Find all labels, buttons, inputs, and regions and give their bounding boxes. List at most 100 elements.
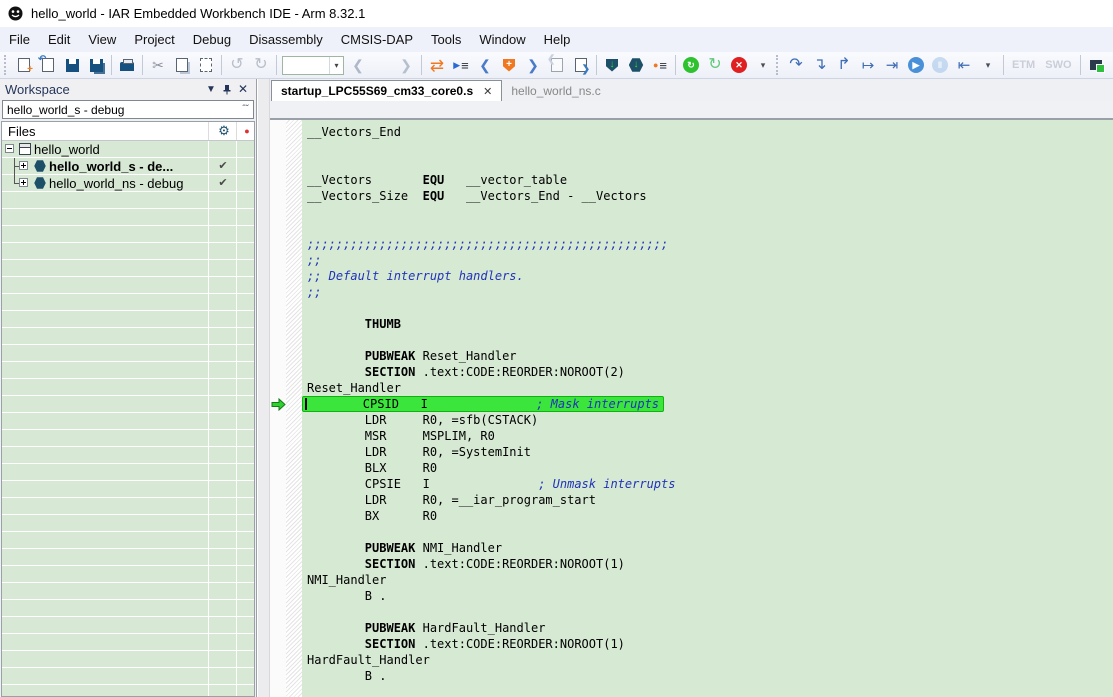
debug-overflow-icon: ▾ <box>986 61 991 70</box>
save-button[interactable] <box>60 54 84 76</box>
find-next-button[interactable]: ❯ <box>394 54 418 76</box>
panel-splitter[interactable] <box>258 79 270 697</box>
tree-empty-row <box>2 396 254 413</box>
open-file-button[interactable]: ↶ <box>36 54 60 76</box>
close-icon[interactable]: ✕ <box>235 81 251 97</box>
menu-item-help[interactable]: Help <box>535 27 580 52</box>
tree-empty-row <box>2 226 254 243</box>
toolbar-grip <box>776 55 781 75</box>
break-icon: ‖ <box>932 57 948 73</box>
menu-item-edit[interactable]: Edit <box>39 27 79 52</box>
save-all-button[interactable] <box>84 54 108 76</box>
tree-empty-row <box>2 532 254 549</box>
cut-button[interactable]: ✂ <box>146 54 170 76</box>
tab-hello-world-ns-c[interactable]: hello_world_ns.c <box>502 80 609 101</box>
previous-bookmark-button[interactable]: ❮ <box>473 54 497 76</box>
menu-item-project[interactable]: Project <box>125 27 183 52</box>
redo-button[interactable]: ↻ <box>249 54 273 76</box>
menu-item-cmsis-dap[interactable]: CMSIS-DAP <box>332 27 422 52</box>
stop-debugging-button[interactable]: ✕ <box>727 54 751 76</box>
go-button[interactable]: ▶ <box>904 54 928 76</box>
tree-empty-row <box>2 328 254 345</box>
step-out-button[interactable]: ↱ <box>832 54 856 76</box>
menu-item-debug[interactable]: Debug <box>184 27 240 52</box>
next-bookmark-button[interactable]: ❯ <box>521 54 545 76</box>
navigate-backward-button[interactable]: ❮ <box>545 54 569 76</box>
download-button[interactable]: ↓ <box>600 54 624 76</box>
menu-item-tools[interactable]: Tools <box>422 27 470 52</box>
find-combobox[interactable]: ▾ <box>282 56 344 75</box>
files-header-label: Files <box>8 124 35 139</box>
chevron-down-icon: ▾ <box>329 57 343 74</box>
reset-target-button[interactable]: ↻ <box>679 54 703 76</box>
find-button[interactable] <box>370 54 394 76</box>
break-button[interactable]: ‖ <box>928 54 952 76</box>
expand-icon[interactable] <box>19 161 28 170</box>
breakpoint-dot-icon[interactable]: ● <box>238 126 255 136</box>
tree-empty-row <box>2 243 254 260</box>
tree-item-label: hello_world <box>34 142 100 157</box>
code-line: BX R0 <box>307 508 1113 524</box>
debug-overflow-button[interactable]: ▾ <box>976 54 1000 76</box>
goto-function-button[interactable]: ▶≡ <box>449 54 473 76</box>
debug-reset-button[interactable]: ↷ <box>784 54 808 76</box>
tree-row[interactable]: hello_world_s - de...✔ <box>2 158 254 175</box>
tree-empty-row <box>2 192 254 209</box>
tab-startup-lpc55s69-cm33-core0-s[interactable]: startup_LPC55S69_cm33_core0.s✕ <box>271 80 502 101</box>
step-over-button[interactable]: ↴ <box>808 54 832 76</box>
toolbar-separator <box>1080 55 1081 75</box>
disassembly-window-button[interactable]: ●≡ <box>648 54 672 76</box>
files-header-row[interactable]: Files ⚙ ● <box>2 122 254 141</box>
code-line <box>307 684 1113 697</box>
tree-empty-row <box>2 481 254 498</box>
code-line: __Vectors_Size EQU __Vectors_End - __Vec… <box>307 188 1113 204</box>
undo-button[interactable]: ↺ <box>225 54 249 76</box>
workspace-title: Workspace <box>5 82 70 97</box>
tab-close-icon[interactable]: ✕ <box>483 85 492 98</box>
pin-icon[interactable] <box>219 81 235 97</box>
menu-item-view[interactable]: View <box>79 27 125 52</box>
tree-empty-row <box>2 447 254 464</box>
power-log-button[interactable] <box>1084 54 1108 76</box>
menu-item-window[interactable]: Window <box>470 27 534 52</box>
toggle-bookmark-button[interactable]: + <box>497 54 521 76</box>
collapse-icon[interactable] <box>5 144 14 153</box>
print-button[interactable] <box>115 54 139 76</box>
run-to-cursor-button[interactable]: ⇥ <box>880 54 904 76</box>
refresh-button[interactable]: ↻ <box>703 54 727 76</box>
tree-row[interactable]: hello_world <box>2 141 254 158</box>
overlay-glyph: ↶ <box>38 55 46 65</box>
panel-menu-icon[interactable]: ▼ <box>203 81 219 97</box>
etm-button[interactable]: ETM <box>1007 54 1040 76</box>
toolbar-separator <box>142 55 143 75</box>
expand-icon[interactable] <box>19 178 28 187</box>
breakpoint-gutter[interactable] <box>286 120 302 697</box>
code-line: SECTION .text:CODE:REORDER:NOROOT(1) <box>307 556 1113 572</box>
menu-item-disassembly[interactable]: Disassembly <box>240 27 332 52</box>
tree-empty-row <box>2 379 254 396</box>
gear-icon[interactable]: ⚙ <box>212 123 236 139</box>
code-editor[interactable]: __Vectors_End__Vectors EQU __vector_tabl… <box>302 120 1113 697</box>
toolbar-overflow-button[interactable]: ▾ <box>751 54 775 76</box>
step-into-button[interactable]: ↦ <box>856 54 880 76</box>
toggle-source-browser-button[interactable]: ⇄ <box>425 54 449 76</box>
tree-empty-row <box>2 362 254 379</box>
overlay-glyph: + <box>27 65 33 75</box>
swo-button[interactable]: SWO <box>1040 54 1076 76</box>
find-previous-button[interactable]: ❮ <box>346 54 370 76</box>
tree-row[interactable]: hello_world_ns - debug✔ <box>2 175 254 192</box>
menu-item-file[interactable]: File <box>0 27 39 52</box>
copy-button[interactable] <box>170 54 194 76</box>
files-panel: Files ⚙ ● hello_worldhello_world_s - de.… <box>1 121 255 697</box>
new-document-button[interactable]: + <box>12 54 36 76</box>
download-and-debug-icon: ↓ <box>629 58 644 72</box>
code-line: ;; <box>307 252 1113 268</box>
navigate-forward-button[interactable]: ❯ <box>569 54 593 76</box>
tree-empty-row <box>2 430 254 447</box>
download-and-debug-button[interactable]: ↓ <box>624 54 648 76</box>
code-line: PUBWEAK Reset_Handler <box>307 348 1113 364</box>
paste-button[interactable] <box>194 54 218 76</box>
configuration-selector[interactable]: hello_world_s - debug ˆˇ <box>2 100 254 119</box>
navigate-forward-icon: ❯ <box>575 58 587 72</box>
stop-debug-session-button[interactable]: ⇤ <box>952 54 976 76</box>
